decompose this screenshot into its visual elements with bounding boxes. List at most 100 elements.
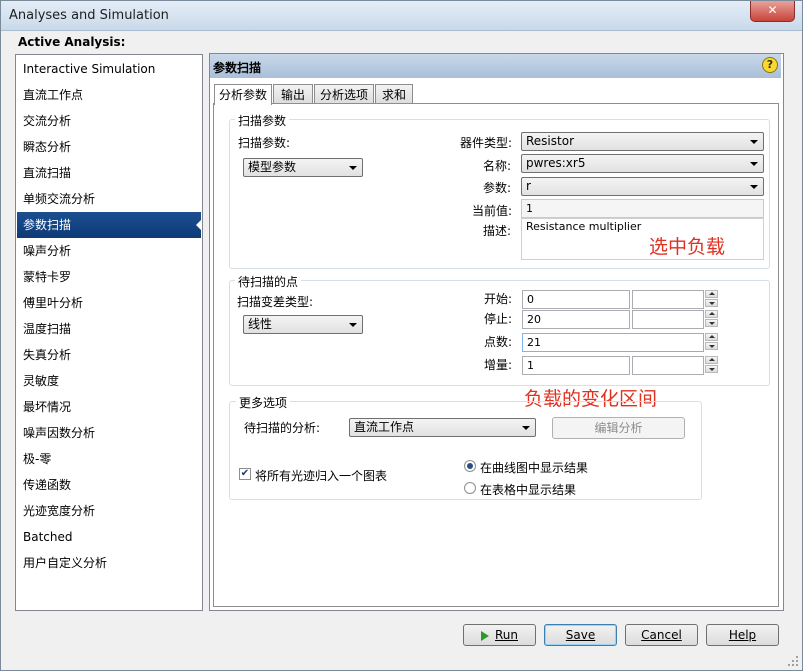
run-label: Run [494,628,518,642]
analysis-item[interactable]: 傅里叶分析 [17,290,201,316]
group-traces-checkbox[interactable]: ✔ [239,468,251,480]
edit-analysis-button[interactable]: 编辑分析 [552,417,685,439]
name-value: pwres:xr5 [526,156,586,170]
chevron-down-icon [750,140,758,144]
more-options-title: 更多选项 [236,394,291,411]
device-type-select[interactable]: Resistor [521,132,764,151]
sweep-param-value: 模型参数 [248,160,297,174]
analysis-item[interactable]: 最坏情况 [17,394,201,420]
analysis-item[interactable]: 直流扫描 [17,160,201,186]
stop-label: 停止: [484,312,513,326]
points-spinner[interactable] [705,333,719,352]
help-icon[interactable]: ? [762,57,778,73]
sweep-params-title: 扫描参数 [235,112,290,129]
panel-title: 参数扫描 [213,61,262,75]
current-value-label: 当前值: [472,204,513,218]
spin-up-icon[interactable] [705,356,718,364]
name-label: 名称: [483,159,512,173]
analysis-to-sweep-label: 待扫描的分析: [244,421,321,435]
param-label: 参数: [483,181,512,195]
param-value: r [526,179,531,193]
analysis-item[interactable]: 极-零 [17,446,201,472]
spin-down-icon[interactable] [705,365,718,373]
close-button[interactable]: ✕ [750,1,795,22]
start-label: 开始: [484,292,513,306]
analysis-item[interactable]: 直流工作点 [17,82,201,108]
current-value-field: 1 [521,199,764,218]
window-title: Analyses and Simulation [9,8,169,23]
radio-show-in-graph[interactable] [464,460,476,472]
analysis-item[interactable]: 噪声因数分析 [17,420,201,446]
spin-up-icon[interactable] [705,290,718,298]
save-button[interactable]: Save [544,624,617,646]
variation-type-label: 扫描变差类型: [237,295,314,309]
analysis-to-sweep-value: 直流工作点 [354,420,415,434]
help-button[interactable]: Help [706,624,779,646]
points-label: 点数: [484,335,513,349]
analysis-item[interactable]: 灵敏度 [17,368,201,394]
stop-unit-input[interactable] [632,310,704,329]
analysis-item[interactable]: 瞬态分析 [17,134,201,160]
analysis-item[interactable]: 光迹宽度分析 [17,498,201,524]
tab-analysis-params[interactable]: 分析参数 [214,84,272,105]
variation-type-value: 线性 [248,317,273,331]
analysis-item[interactable]: Batched [17,524,201,550]
increment-spinner[interactable] [705,356,719,375]
name-select[interactable]: pwres:xr5 [521,154,764,173]
analysis-item[interactable]: 噪声分析 [17,238,201,264]
analysis-item[interactable]: 失真分析 [17,342,201,368]
tab-analysis-options[interactable]: 分析选项 [314,84,374,104]
spin-down-icon[interactable] [705,319,718,327]
stop-spinner[interactable] [705,310,719,329]
device-type-value: Resistor [526,134,574,148]
analysis-item[interactable]: 用户自定义分析 [17,550,201,576]
active-analysis-label: Active Analysis: [18,35,126,49]
device-type-label: 器件类型: [460,136,513,150]
resize-grip-icon[interactable] [787,655,799,667]
start-spinner[interactable] [705,290,719,309]
start-input[interactable]: 0 [522,290,630,309]
radio-show-in-graph-label: 在曲线图中显示结果 [480,461,589,475]
sweep-points-title: 待扫描的点 [235,273,302,290]
analysis-item[interactable]: Interactive Simulation [17,56,201,82]
increment-unit-input[interactable] [632,356,704,375]
analysis-item[interactable]: 传递函数 [17,472,201,498]
cancel-button[interactable]: Cancel [625,624,698,646]
checkmark-icon: ✔ [240,468,250,479]
run-button[interactable]: Run [463,624,536,646]
spin-up-icon[interactable] [705,333,718,341]
points-input[interactable]: 21 [522,333,704,352]
title-bar: Analyses and Simulation [1,1,802,31]
tab-summary[interactable]: 求和 [375,84,413,104]
spin-down-icon[interactable] [705,299,718,307]
play-icon [480,630,489,641]
description-label: 描述: [483,224,512,238]
sweep-param-label: 扫描参数: [238,136,291,150]
close-icon: ✕ [767,3,778,17]
analysis-item-selected[interactable]: 参数扫描 [17,212,202,238]
spin-up-icon[interactable] [705,310,718,318]
radio-show-in-table-label: 在表格中显示结果 [480,483,577,497]
analysis-item[interactable]: 交流分析 [17,108,201,134]
chevron-down-icon [349,166,357,170]
param-select[interactable]: r [521,177,764,196]
analysis-item[interactable]: 单频交流分析 [17,186,201,212]
variation-type-select[interactable]: 线性 [243,315,363,334]
panel-header: 参数扫描 [210,54,781,78]
chevron-down-icon [522,426,530,430]
start-unit-input[interactable] [632,290,704,309]
analysis-list: Interactive Simulation 直流工作点 交流分析 瞬态分析 直… [15,54,203,611]
sweep-param-select[interactable]: 模型参数 [243,158,363,177]
chevron-down-icon [349,323,357,327]
stop-input[interactable]: 20 [522,310,630,329]
radio-show-in-table[interactable] [464,482,476,494]
chevron-down-icon [750,162,758,166]
chevron-down-icon [750,185,758,189]
analysis-to-sweep-select[interactable]: 直流工作点 [349,418,536,437]
spin-down-icon[interactable] [705,342,718,350]
annotation-select-load: 选中负载 [649,236,726,258]
analysis-item[interactable]: 温度扫描 [17,316,201,342]
increment-input[interactable]: 1 [522,356,630,375]
tab-output[interactable]: 输出 [273,84,313,104]
analysis-item[interactable]: 蒙特卡罗 [17,264,201,290]
